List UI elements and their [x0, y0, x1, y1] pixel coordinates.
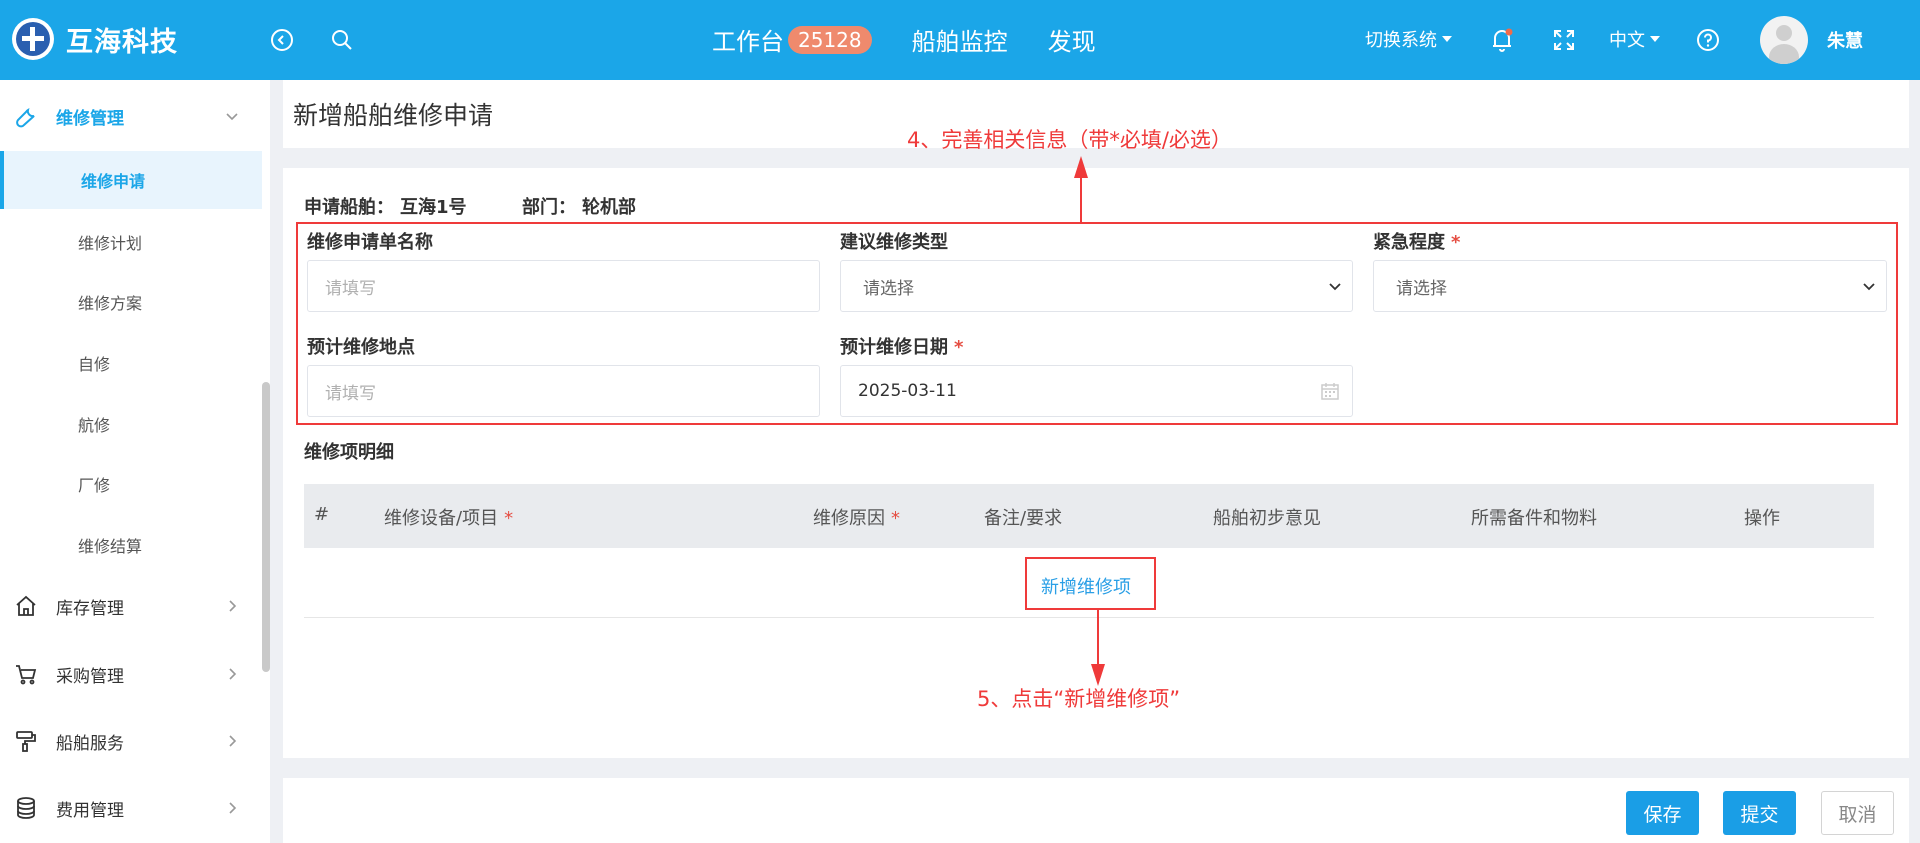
annotation-step5: 5、点击“新增维修项” [977, 687, 1181, 711]
col-actions: 操作 [1744, 508, 1780, 529]
help-icon[interactable] [1693, 25, 1723, 55]
nav-ship-monitor[interactable]: 船舶监控 [912, 22, 1008, 57]
caret-down-icon [1650, 36, 1660, 42]
col-spare-parts: 所需备件和物料 [1471, 508, 1597, 529]
department-info: 部门： 轮机部 [522, 197, 636, 218]
sidebar-item-self-repair[interactable]: 自修 [0, 334, 262, 392]
items-section-title: 维修项明细 [304, 442, 394, 463]
chevron-right-icon [229, 600, 237, 612]
col-remarks: 备注/要求 [984, 508, 1063, 529]
username[interactable]: 朱慧 [1827, 27, 1863, 53]
sidebar-item-repair-settlement[interactable]: 维修结算 [0, 516, 262, 574]
logo-text: 互海科技 [66, 26, 178, 58]
annotation-form-box [296, 222, 1898, 425]
sidebar-item-yard-repair[interactable]: 厂修 [0, 455, 262, 513]
workbench-count-badge: 25128 [788, 25, 872, 54]
col-ship-opinion: 船舶初步意见 [1213, 508, 1321, 529]
submit-button[interactable]: 提交 [1723, 791, 1796, 835]
home-icon [12, 592, 40, 620]
language-dropdown[interactable]: 中文 [1609, 26, 1660, 52]
database-icon [12, 794, 40, 822]
top-bar: 互海科技 工作台 25128 船舶监控 发现 切换系统 中文 朱慧 [0, 0, 1920, 80]
sidebar-group-repair[interactable]: 维修管理 [0, 88, 262, 144]
sidebar-item-voyage-repair[interactable]: 航修 [0, 395, 262, 453]
annotation-step4: 4、完善相关信息（带*必填/必选） [907, 128, 1232, 152]
sidebar-group-purchase[interactable]: 采购管理 [0, 646, 262, 702]
arrow-up-icon [1074, 156, 1088, 222]
sidebar-scrollbar[interactable] [262, 382, 270, 672]
logo[interactable]: 互海科技 [12, 18, 178, 60]
col-index: # [314, 504, 330, 525]
sidebar-item-repair-scheme[interactable]: 维修方案 [0, 273, 262, 331]
back-circle-icon[interactable] [267, 25, 297, 55]
avatar[interactable] [1760, 16, 1808, 64]
nav-discover[interactable]: 发现 [1048, 22, 1096, 57]
bell-icon[interactable] [1487, 25, 1517, 55]
search-icon[interactable] [327, 25, 357, 55]
sidebar-group-ship-service[interactable]: 船舶服务 [0, 713, 262, 769]
annotation-add-link-box [1025, 557, 1156, 610]
main-nav: 工作台 25128 船舶监控 发现 [712, 22, 1136, 57]
wrench-icon [12, 102, 40, 130]
cart-icon [12, 660, 40, 688]
page-title: 新增船舶维修申请 [293, 101, 494, 130]
footer-actions: 保存 提交 取消 [283, 778, 1909, 843]
sidebar-item-repair-apply[interactable]: 维修申请 [0, 151, 262, 209]
items-table-header: # 维修设备/项目 * 维修原因 * 备注/要求 船舶初步意见 所需备件和物料 操作 [304, 484, 1874, 548]
sidebar-group-inventory[interactable]: 库存管理 [0, 578, 262, 634]
paint-roller-icon [12, 727, 40, 755]
sidebar-item-repair-plan[interactable]: 维修计划 [0, 213, 262, 271]
sidebar: 维修管理 维修申请 维修计划 维修方案 自修 航修 厂修 维修结算 库存管理 采… [0, 80, 270, 843]
switch-system-dropdown[interactable]: 切换系统 [1365, 26, 1452, 52]
logo-mark-icon [12, 18, 54, 60]
save-button[interactable]: 保存 [1626, 791, 1699, 835]
arrow-down-icon [1091, 610, 1105, 686]
chevron-right-icon [229, 735, 237, 747]
sidebar-group-expense[interactable]: 费用管理 [0, 780, 262, 836]
table-divider [304, 617, 1874, 618]
fullscreen-icon[interactable] [1549, 25, 1579, 55]
chevron-right-icon [229, 668, 237, 680]
chevron-down-icon [226, 113, 238, 121]
cancel-button[interactable]: 取消 [1821, 791, 1894, 835]
caret-down-icon [1442, 36, 1452, 42]
col-reason: 维修原因 * [813, 508, 900, 529]
col-equipment: 维修设备/项目 * [384, 508, 514, 529]
ship-info: 申请船舶： 互海1号 [304, 197, 467, 218]
nav-workbench[interactable]: 工作台 25128 [712, 22, 872, 57]
chevron-right-icon [229, 802, 237, 814]
